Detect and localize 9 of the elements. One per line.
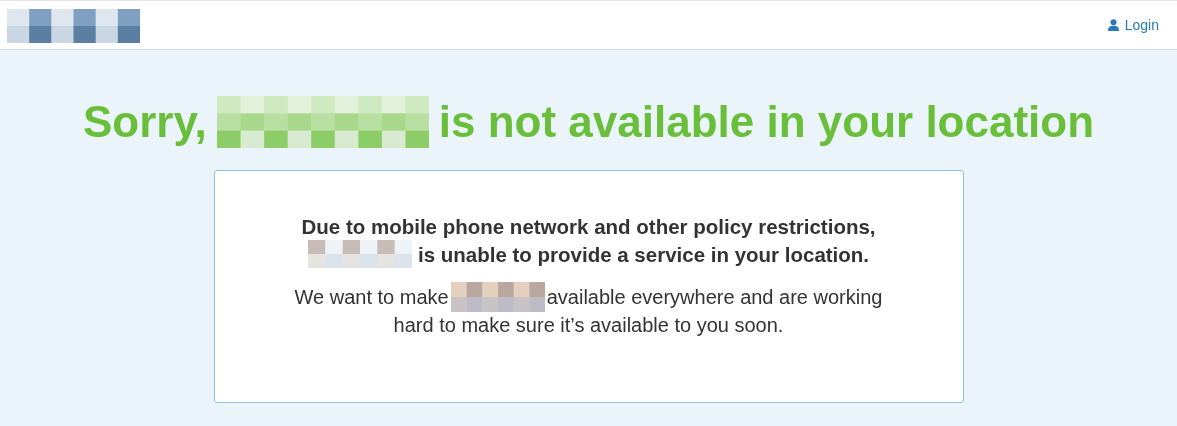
page-title: is not available in your location <box>438 96 1095 148</box>
notice-text: is unable to provide a service in your location. <box>417 241 870 268</box>
user-icon <box>1107 19 1119 31</box>
message-text: We want to make <box>294 285 449 310</box>
login-link[interactable]: Login <box>1107 17 1159 33</box>
page-title: Sorry, <box>82 96 207 148</box>
message-text: hard to make sure it’s available to you soon. <box>392 313 785 338</box>
message-text: available everywhere and are working <box>546 285 883 310</box>
notice-text: Due to mobile phone network and other policy restrictions, <box>300 214 877 240</box>
